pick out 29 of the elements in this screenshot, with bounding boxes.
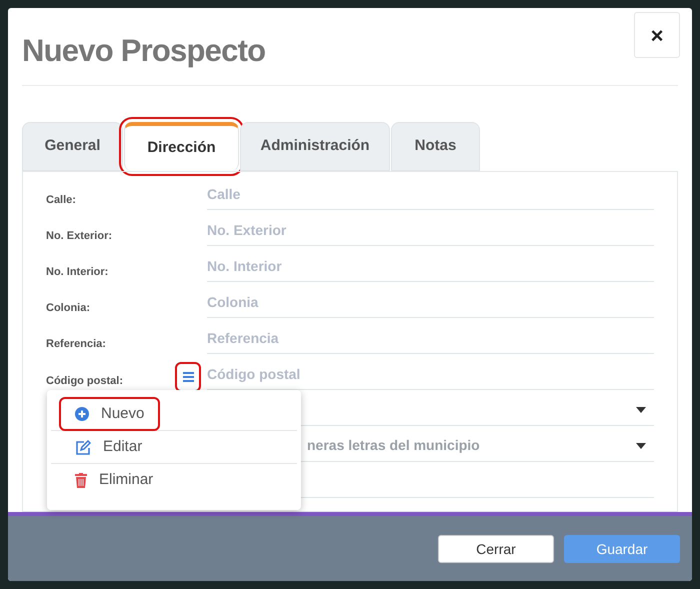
trash-icon (75, 472, 87, 488)
field-label: Calle: (46, 193, 76, 208)
menu-item[interactable]: Nuevo (61, 399, 158, 429)
field-label: Referencia: (46, 337, 106, 352)
caret-icon (636, 442, 646, 448)
input-field[interactable]: Referencia (207, 322, 654, 354)
plus-circle-icon (75, 407, 89, 421)
menu-button[interactable] (177, 364, 199, 390)
input-field[interactable]: No. Interior (207, 250, 654, 282)
field-label: No. Exterior: (46, 229, 112, 244)
field-label: No. Interior: (46, 265, 108, 280)
input-field[interactable]: Código postal (207, 358, 654, 390)
edit-icon (75, 440, 91, 454)
cancel-button[interactable]: Cerrar (438, 535, 554, 564)
input-field[interactable]: No. Exterior (207, 214, 654, 246)
caret-icon (636, 406, 646, 412)
tab[interactable]: General (22, 122, 123, 171)
select-placeholder: neras letras del municipio (307, 436, 480, 452)
menu-item[interactable]: Editar (61, 432, 156, 462)
tab[interactable]: Notas (391, 122, 480, 171)
modal-title: Nuevo Prospecto (22, 32, 266, 70)
menu-icon (182, 372, 194, 382)
menu-item[interactable]: Eliminar (61, 465, 168, 495)
field-label: Código postal: (46, 374, 123, 389)
tab[interactable]: Administración (240, 122, 390, 171)
input-field[interactable]: Calle (207, 178, 654, 210)
input-field[interactable]: Colonia (207, 286, 654, 318)
close-button[interactable]: × (634, 12, 680, 58)
field-label: Colonia: (46, 301, 90, 316)
